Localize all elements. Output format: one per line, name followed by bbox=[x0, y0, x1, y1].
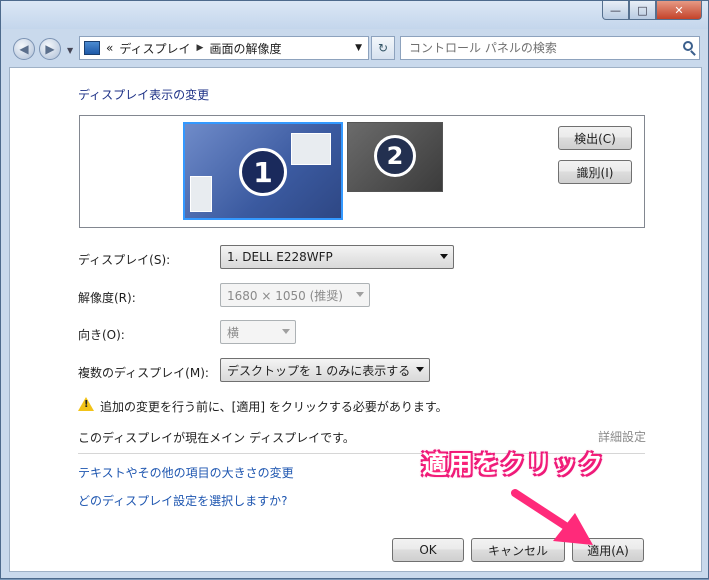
annotation-arrow-icon bbox=[511, 489, 593, 545]
screen-resolution-window: — □ ✕ ◀ ▶ ▼ « ディスプレイ ▶ 画面の解像度 ▼ ↻ ディスプレイ… bbox=[0, 0, 709, 579]
